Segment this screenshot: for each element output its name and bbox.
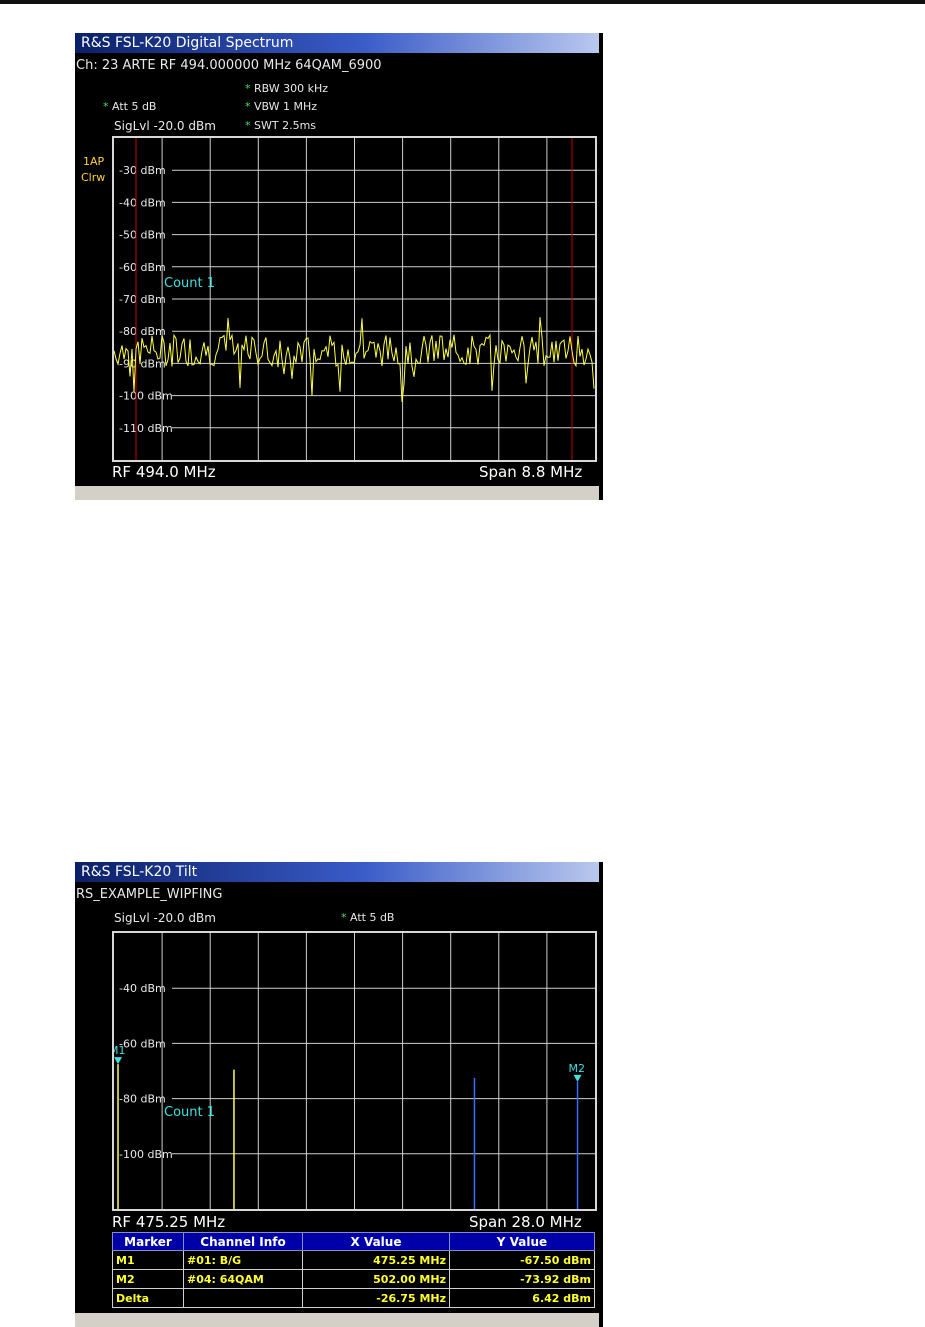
y-tick-label: -30 dBm (119, 164, 166, 177)
tilt-plot[interactable]: -40 dBm -60 dBm -80 dBm -100 dBm M1 M2 Count 1 (112, 931, 597, 1211)
uncoupled-star-icon: * (245, 119, 251, 132)
tilt-chart: -40 dBm -60 dBm -80 dBm -100 dBm M1 M2 Count 1 (114, 933, 595, 1209)
x-value-cell: 502.00 MHz (302, 1269, 450, 1289)
table-row[interactable]: M1 #01: B/G 475.25 MHz -67.50 dBm (112, 1250, 595, 1270)
status-bar (75, 486, 599, 500)
uncoupled-star-icon: * (245, 82, 251, 95)
y-tick-label: -40 dBm (119, 196, 166, 209)
y-tick-label: -60 dBm (119, 261, 166, 274)
x-value-cell: 475.25 MHz (302, 1250, 450, 1270)
col-marker: Marker (112, 1232, 184, 1251)
frequency-span: Span 28.0 MHz (469, 1213, 582, 1231)
channel-cell: #01: B/G (183, 1250, 303, 1270)
window-title: R&S FSL-K20 Digital Spectrum (75, 33, 599, 53)
uncoupled-star-icon: * (341, 911, 347, 924)
marker-table: Marker Channel Info X Value Y Value M1 #… (112, 1232, 595, 1308)
att-setting: * Att 5 dB (103, 100, 157, 113)
marker-cell: M1 (112, 1250, 184, 1270)
y-tick-label: -40 dBm (119, 982, 166, 995)
uncoupled-star-icon: * (245, 100, 251, 113)
y-tick-label: -100 dBm (119, 390, 173, 403)
vbw-setting: * VBW 1 MHz (245, 100, 318, 113)
tilt-subtitle: RS_EXAMPLE_WIPFING (76, 887, 223, 902)
sig-level: SigLvl -20.0 dBm (114, 119, 216, 133)
y-tick-label: -80 dBm (119, 325, 166, 338)
y-tick-label: -80 dBm (119, 1093, 166, 1106)
y-tick-label: -60 dBm (119, 1037, 166, 1050)
count-label: Count 1 (164, 1105, 215, 1120)
swt-setting: * SWT 2.5ms (245, 119, 317, 132)
y-value-cell: -67.50 dBm (449, 1250, 595, 1270)
trace-detector-label: Clrw (81, 171, 106, 184)
marker-cell: M2 (112, 1269, 184, 1289)
marker-label: M2 (569, 1062, 586, 1075)
y-tick-label: -70 dBm (119, 293, 166, 306)
spectrum-chart: -30 dBm -40 dBm -50 dBm -60 dBm -70 dBm -80 d… (114, 138, 595, 460)
channel-cell: #04: 64QAM (183, 1269, 303, 1289)
channel-cell (183, 1288, 303, 1308)
y-tick-label: -90 dBm (119, 357, 166, 370)
col-x-value: X Value (302, 1232, 450, 1251)
y-value-cell: -73.92 dBm (449, 1269, 595, 1289)
page-top-rule (0, 0, 925, 4)
table-row[interactable]: Delta -26.75 MHz 6.42 dBm (112, 1288, 595, 1308)
att-setting: * Att 5 dB (341, 911, 395, 924)
count-label: Count 1 (164, 276, 215, 291)
marker-triangle-icon (573, 1074, 582, 1082)
trace-mode-label: 1AP (83, 155, 105, 168)
tilt-window: R&S FSL-K20 Tilt RS_EXAMPLE_WIPFING SigL… (75, 862, 603, 1327)
window-title: R&S FSL-K20 Tilt (75, 862, 599, 882)
y-tick-label: -110 dBm (119, 422, 173, 435)
uncoupled-star-icon: * (103, 100, 109, 113)
digital-spectrum-window: R&S FSL-K20 Digital Spectrum Ch: 23 ARTE… (75, 33, 603, 500)
x-value-cell: -26.75 MHz (302, 1288, 450, 1308)
rbw-setting: * RBW 300 kHz (245, 82, 329, 95)
y-tick-label: -50 dBm (119, 229, 166, 242)
y-value-cell: 6.42 dBm (449, 1288, 595, 1308)
col-channel-info: Channel Info (183, 1232, 303, 1251)
sig-level: SigLvl -20.0 dBm (114, 911, 216, 925)
status-bar (75, 1313, 599, 1327)
frequency-span: Span 8.8 MHz (479, 463, 583, 481)
y-tick-label: -100 dBm (119, 1148, 173, 1161)
rf-center-frequency: RF 475.25 MHz (112, 1213, 226, 1231)
marker-cell: Delta (112, 1288, 184, 1308)
marker-label: M1 (114, 1044, 126, 1057)
table-row[interactable]: M2 #04: 64QAM 502.00 MHz -73.92 dBm (112, 1269, 595, 1289)
marker-triangle-icon (114, 1057, 122, 1065)
rf-center-frequency: RF 494.0 MHz (112, 463, 216, 481)
spectrum-plot[interactable]: -30 dBm -40 dBm -50 dBm -60 dBm -70 dBm -80 d… (112, 136, 597, 462)
channel-info: Ch: 23 ARTE RF 494.000000 MHz 64QAM_6900 (76, 58, 382, 73)
col-y-value: Y Value (449, 1232, 595, 1251)
